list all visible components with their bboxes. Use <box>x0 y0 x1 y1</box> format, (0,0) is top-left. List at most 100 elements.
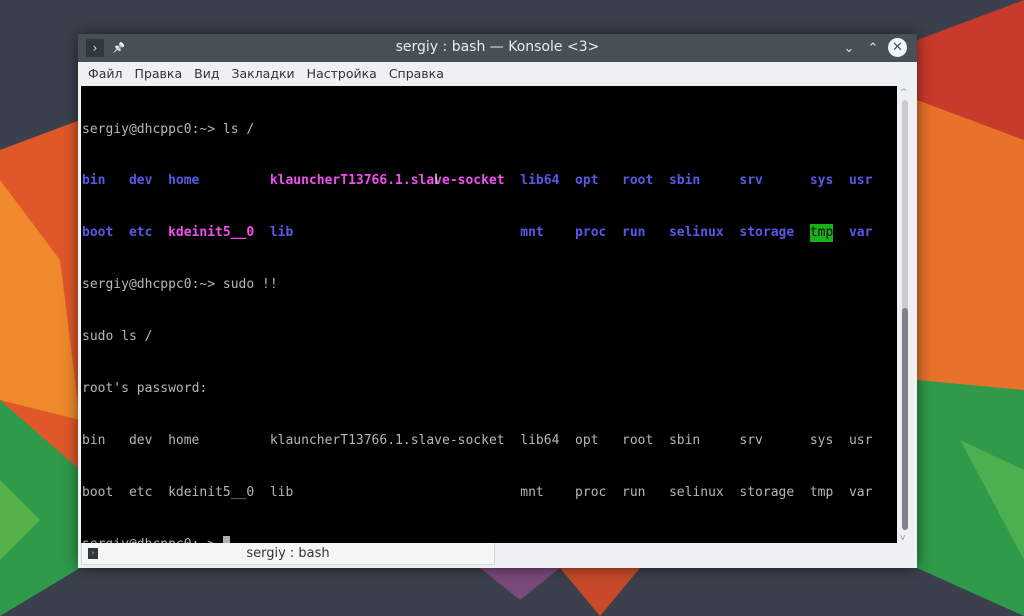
maximize-button[interactable]: ⌃ <box>864 39 882 57</box>
menu-bar: Файл Правка Вид Закладки Настройка Справ… <box>78 62 917 86</box>
listing-cell: mnt <box>520 224 575 241</box>
listing-row: boot etc kdeinit5__0 lib mnt proc run selinux st… <box>81 224 897 242</box>
listing-cell: tmp <box>810 484 849 501</box>
listing-cell: root <box>622 172 669 189</box>
file-name: mnt <box>520 484 544 500</box>
listing-cell: usr <box>849 432 880 449</box>
file-name: opt <box>575 173 599 189</box>
listing-cell: proc <box>575 224 622 241</box>
tab-session[interactable]: › sergiy : bash <box>81 543 495 565</box>
file-name: proc <box>575 225 607 241</box>
file-name: boot <box>82 484 114 500</box>
file-name: kdeinit5__0 <box>168 484 255 500</box>
listing-cell: home <box>168 432 270 449</box>
listing-cell: dev <box>129 432 168 449</box>
listing-cell: selinux <box>669 224 739 241</box>
listing-cell: sbin <box>669 172 739 189</box>
file-name: klauncherT13766.1.slave-socket <box>269 432 505 448</box>
file-name: kdeinit5__0 <box>168 225 255 241</box>
file-name: selinux <box>668 484 724 500</box>
listing-row: bin dev home klauncherT13766.1.slave-socket… <box>81 172 897 189</box>
terminal-area[interactable]: sergiy@dhcppc0:~> ls / bin dev home klaunch… <box>81 86 897 552</box>
file-name: lib64 <box>520 432 560 448</box>
listing-cell: dev <box>129 172 168 189</box>
close-icon: ✕ <box>892 40 903 55</box>
scrollbar[interactable]: ^ v <box>897 86 913 543</box>
terminal-line: root's password: <box>82 381 208 397</box>
menu-settings[interactable]: Настройка <box>301 62 383 86</box>
file-name: dev <box>128 432 153 448</box>
listing-cell: lib <box>270 224 520 241</box>
menu-bookmarks[interactable]: Закладки <box>225 62 300 86</box>
listing-cell: storage <box>739 484 809 501</box>
listing-cell: klauncherT13766.1.slave-socket <box>270 172 520 189</box>
close-button[interactable]: ✕ <box>888 38 907 57</box>
tab-bar: › sergiy : bash <box>81 543 917 566</box>
listing-cell: opt <box>575 172 622 189</box>
listing-cell: var <box>849 484 880 501</box>
file-name: run <box>622 484 646 500</box>
file-name: storage <box>739 225 795 241</box>
file-name: sbin <box>668 173 701 189</box>
file-name: root <box>622 432 654 448</box>
title-bar[interactable]: › 📌 sergiy : bash — Konsole <3> ⌄ ⌃ ✕ <box>78 34 917 62</box>
file-name: usr <box>848 432 873 448</box>
listing-cell: tmp <box>809 224 849 242</box>
file-name: klauncherT13766.1.slave-socket <box>269 173 505 189</box>
file-name: root <box>622 173 654 189</box>
file-name: lib <box>269 484 294 500</box>
file-name: bin <box>82 432 106 448</box>
listing-cell: run <box>622 224 669 241</box>
file-name: tmp <box>809 484 834 500</box>
menu-help[interactable]: Справка <box>383 62 450 86</box>
listing-cell: lib64 <box>520 432 575 449</box>
listing-cell: kdeinit5__0 <box>168 484 270 501</box>
file-name: sys <box>809 432 834 448</box>
listing-cell: root <box>622 432 669 449</box>
file-name: sys <box>809 173 834 189</box>
listing-cell: boot <box>82 224 129 241</box>
menu-edit[interactable]: Правка <box>129 62 189 86</box>
file-name: lib <box>269 225 294 241</box>
terminal-line: sergiy@dhcppc0:~> sudo !! <box>82 277 278 293</box>
terminal-line: sudo ls / <box>82 329 153 345</box>
listing-cell: boot <box>82 484 129 501</box>
file-name: etc <box>128 484 153 500</box>
chevron-up-icon: ⌃ <box>867 40 879 56</box>
listing-cell: opt <box>575 432 622 449</box>
chevron-down-icon: ⌄ <box>843 40 855 56</box>
listing-cell: bin <box>82 432 129 449</box>
listing-cell: srv <box>739 172 809 189</box>
file-name: mnt <box>520 225 544 241</box>
file-name: sbin <box>668 432 701 448</box>
listing-cell: bin <box>82 172 129 189</box>
file-name: proc <box>575 484 607 500</box>
listing-cell: etc <box>129 224 168 241</box>
file-name: var <box>848 225 873 241</box>
konsole-window: › 📌 sergiy : bash — Konsole <3> ⌄ ⌃ ✕ Фа… <box>78 34 917 568</box>
listing-cell: srv <box>739 432 809 449</box>
listing-cell: home <box>168 172 270 189</box>
menu-file[interactable]: Файл <box>82 62 129 86</box>
listing-cell: run <box>622 484 669 501</box>
file-name: etc <box>128 225 153 241</box>
menu-view[interactable]: Вид <box>188 62 225 86</box>
listing-cell: sys <box>810 172 849 189</box>
file-name: lib64 <box>520 173 560 189</box>
file-name: home <box>168 173 200 189</box>
listing-cell: usr <box>849 172 880 189</box>
file-name: usr <box>848 173 873 189</box>
file-name: selinux <box>668 225 724 241</box>
file-name: var <box>848 484 873 500</box>
file-name: bin <box>82 173 106 189</box>
listing-cell: mnt <box>520 484 575 501</box>
scroll-up-icon[interactable]: ^ <box>900 88 908 98</box>
scrollbar-thumb[interactable] <box>902 308 908 530</box>
file-name: srv <box>739 432 763 448</box>
file-name: tmp <box>809 224 834 242</box>
scroll-down-icon[interactable]: v <box>900 533 905 543</box>
listing-row: boot etc kdeinit5__0 lib mnt proc run selinux st… <box>81 484 897 501</box>
minimize-button[interactable]: ⌄ <box>840 39 858 57</box>
listing-cell: klauncherT13766.1.slave-socket <box>270 432 520 449</box>
file-name: boot <box>82 225 114 241</box>
